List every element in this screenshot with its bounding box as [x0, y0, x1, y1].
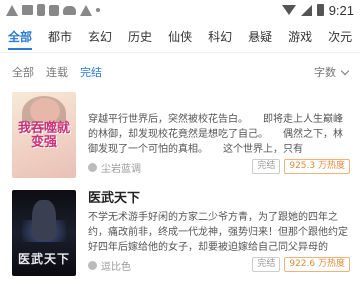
tab-anime[interactable]: 次元 — [320, 22, 360, 52]
book-description: 不学无术游手好闲的方家二少爷方青，为了跟她的四年之约，痛改前非，终成一代龙神，强… — [88, 212, 348, 253]
book-info: 医武天下 不学无术游手好闲的方家二少爷方青，为了跟她的四年之约，痛改前非，终成一… — [88, 190, 350, 273]
tab-xianxia[interactable]: 仙侠 — [160, 22, 200, 52]
list-item[interactable]: 我吞噬就变强 穿越平行世界后，突然被校花告白。 即将走上人生巅峰的林御，却发现校… — [0, 92, 360, 182]
filter-bar: 全部 连载 完结 字数 — [0, 58, 360, 86]
book-meta: 逗比色 完结 922.6 万热度 — [88, 257, 350, 273]
book-meta: 尘岩蓝调 完结 925.3 万热度 — [88, 159, 350, 175]
book-info: 穿越平行世界后，突然被校花告白。 即将走上人生巅峰的林御，却发现校花竟然是想吃了… — [88, 92, 350, 175]
phone-icon — [37, 4, 45, 16]
heat-badge: 922.6 万热度 — [284, 257, 350, 272]
cover-title: 医武天下 — [17, 252, 70, 266]
cloud-icon — [63, 5, 76, 15]
tab-fantasy[interactable]: 玄幻 — [80, 22, 120, 52]
category-tabs: 全部 都市 玄幻 历史 仙侠 科幻 悬疑 游戏 次元 文学 — [0, 22, 360, 52]
tab-scifi[interactable]: 科幻 — [200, 22, 240, 52]
book-cover[interactable]: 我吞噬就变强 — [12, 92, 76, 178]
filter-ongoing[interactable]: 连载 — [46, 64, 68, 80]
divider — [0, 52, 360, 53]
book-description: 穿越平行世界后，突然被校花告白。 即将走上人生巅峰的林御，却发现校花竟然是想吃了… — [88, 114, 343, 155]
app-notification-icon — [49, 4, 59, 16]
image-icon — [22, 5, 33, 15]
chevron-down-icon — [340, 66, 350, 75]
heat-badge: 925.3 万热度 — [284, 159, 350, 174]
filter-completed[interactable]: 完结 — [80, 64, 102, 80]
status-right: 9:21 — [281, 0, 354, 20]
sort-label: 字数 — [314, 66, 336, 79]
status-badge: 完结 — [252, 159, 281, 174]
filter-all[interactable]: 全部 — [12, 64, 34, 80]
wifi-icon — [281, 5, 296, 15]
status-badge: 完结 — [252, 257, 281, 272]
book-cover[interactable]: 医武天下 — [12, 190, 76, 276]
author-icon — [88, 260, 97, 270]
status-time: 9:21 — [328, 2, 354, 18]
author-icon — [88, 162, 97, 172]
book-author: 尘岩蓝调 — [101, 163, 141, 175]
book-tags: 完结 922.6 万热度 — [252, 257, 350, 272]
book-tags: 完结 925.3 万热度 — [252, 159, 350, 174]
cover-art — [32, 200, 56, 240]
tab-game[interactable]: 游戏 — [280, 22, 320, 52]
tab-history[interactable]: 历史 — [120, 22, 160, 52]
tab-urban[interactable]: 都市 — [40, 22, 80, 52]
cover-title: 我吞噬就变强 — [18, 121, 71, 150]
signal-icon — [300, 4, 312, 16]
status-bar: 9:21 — [0, 0, 360, 20]
sort-dropdown[interactable]: 字数 — [314, 58, 350, 86]
book-author: 逗比色 — [101, 261, 131, 273]
notification-icons — [6, 4, 100, 16]
tab-mystery[interactable]: 悬疑 — [240, 22, 280, 52]
warning-icon — [80, 4, 92, 16]
list-item[interactable]: 医武天下 医武天下 不学无术游手好闲的方家二少爷方青，为了跟她的四年之约，痛改前… — [0, 190, 360, 280]
more-notifications-icon — [96, 8, 100, 12]
battery-icon — [316, 4, 324, 16]
warning-icon — [6, 4, 18, 16]
tab-all[interactable]: 全部 — [0, 22, 40, 52]
book-title[interactable]: 医武天下 — [88, 190, 350, 208]
